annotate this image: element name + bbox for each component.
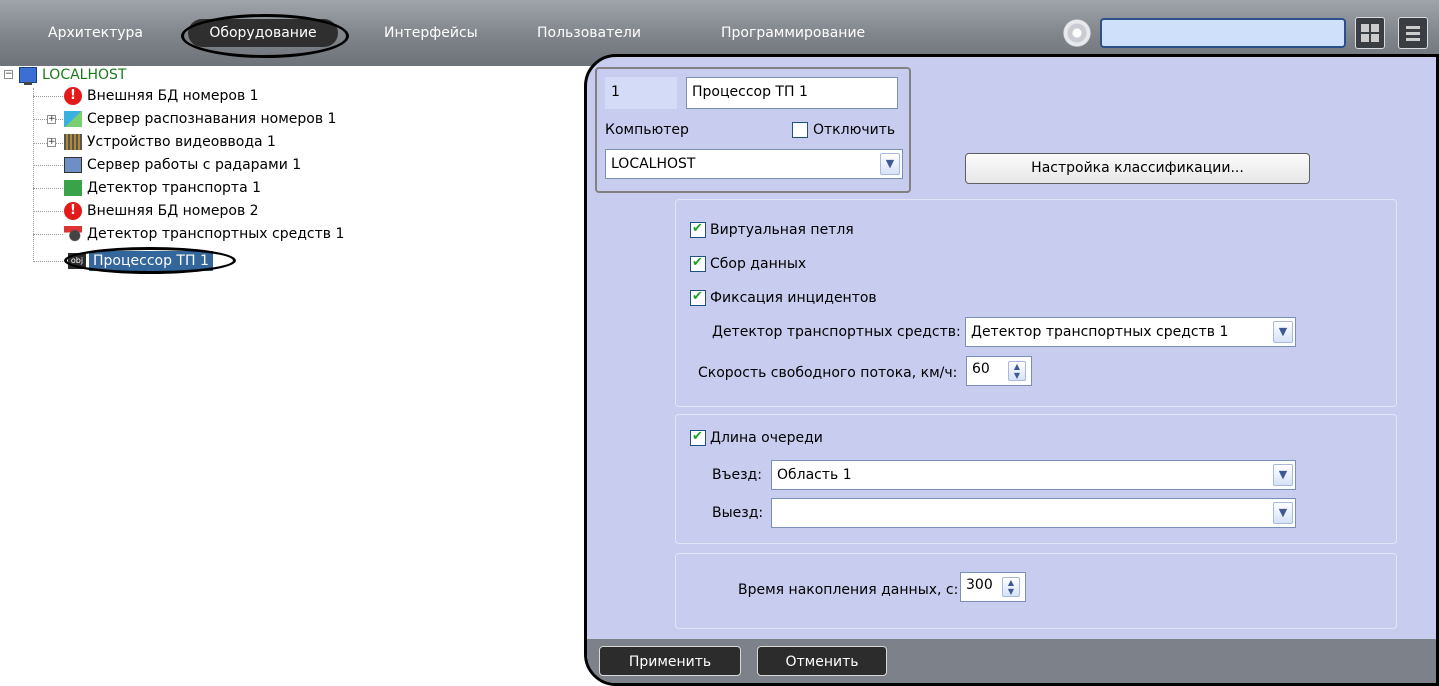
free-speed-spinner[interactable]: 60 ▲ ▼: [966, 356, 1032, 386]
vehicle-detector-icon: [64, 226, 82, 242]
detection-group: Виртуальная петля Сбор данных Фиксация и…: [675, 199, 1397, 407]
disable-label: Отключить: [813, 122, 896, 138]
tab-users[interactable]: Пользователи: [537, 19, 641, 47]
accumulation-time-value: 300: [966, 577, 993, 593]
tree-node-label: Внешняя БД номеров 2: [87, 203, 259, 219]
lpr-server-icon: [64, 111, 82, 127]
tab-architecture[interactable]: Архитектура: [48, 19, 143, 47]
exit-label: Выезд:: [712, 505, 764, 521]
chevron-down-icon[interactable]: ▼: [1273, 464, 1293, 486]
queue-length-checkbox[interactable]: [690, 429, 706, 446]
queue-group: Длина очереди Въезд: Область 1 ▼ Выезд: …: [675, 414, 1397, 544]
entry-select[interactable]: Область 1 ▼: [771, 460, 1296, 490]
settings-panel: 1 Процессор ТП 1 Компьютер Отключить LOC…: [584, 54, 1439, 686]
object-name-field[interactable]: Процессор ТП 1: [686, 77, 898, 109]
data-collection-label: Сбор данных: [710, 256, 807, 272]
computer-icon: [19, 67, 37, 85]
menu-icon[interactable]: [1398, 17, 1428, 49]
highlight-ellipse: [181, 14, 349, 58]
settings-icon[interactable]: [1063, 19, 1091, 47]
tree-node-label: Внешняя БД номеров 1: [87, 88, 259, 104]
vehicle-detector-value: Детектор транспортных средств 1: [971, 324, 1229, 340]
collapse-icon[interactable]: −: [4, 70, 13, 79]
vehicle-detector-select[interactable]: Детектор транспортных средств 1 ▼: [965, 317, 1296, 347]
free-speed-label: Скорость свободного потока, км/ч:: [698, 365, 958, 381]
vehicle-detector-label: Детектор транспортных средств:: [712, 324, 961, 340]
queue-length-label: Длина очереди: [710, 430, 823, 446]
classification-settings-button[interactable]: Настройка классификации...: [965, 153, 1310, 184]
radar-server-icon: [64, 157, 82, 173]
tree-node-label: Сервер распознавания номеров 1: [87, 111, 337, 127]
computer-select[interactable]: LOCALHOST ▼: [605, 149, 903, 179]
tree-node-label: Детектор транспортных средств 1: [87, 226, 345, 242]
object-tree: − LOCALHOST ! Внешняя БД номеров 1 + Сер…: [0, 66, 580, 686]
layout-grid-icon[interactable]: [1355, 17, 1385, 49]
chevron-down-icon[interactable]: ▼: [1273, 321, 1293, 343]
spin-arrows-icon[interactable]: ▲ ▼: [1008, 361, 1026, 381]
highlight-ellipse: [64, 247, 236, 274]
entry-label: Въезд:: [712, 467, 762, 483]
entry-value: Область 1: [777, 467, 852, 483]
tab-interfaces[interactable]: Интерфейсы: [384, 19, 478, 47]
object-id-field[interactable]: 1: [605, 77, 677, 109]
incident-checkbox[interactable]: [690, 289, 706, 306]
tree-node-label: LOCALHOST: [42, 67, 127, 83]
search-input[interactable]: [1100, 18, 1346, 48]
tab-programming[interactable]: Программирование: [721, 19, 865, 47]
tree-node-label: Сервер работы с радарами 1: [87, 157, 302, 173]
chevron-down-icon[interactable]: ▼: [880, 153, 900, 175]
alert-icon: !: [64, 202, 82, 220]
computer-label: Компьютер: [605, 122, 689, 138]
data-collection-checkbox[interactable]: [690, 255, 706, 272]
tree-node-label: Детектор транспорта 1: [87, 180, 262, 196]
cancel-button[interactable]: Отменить: [757, 646, 887, 676]
chevron-down-icon[interactable]: ▼: [1273, 502, 1293, 524]
free-speed-value: 60: [972, 361, 990, 377]
apply-button[interactable]: Применить: [599, 646, 741, 676]
accumulation-time-label: Время накопления данных, с:: [738, 582, 959, 598]
transport-detector-icon: [64, 180, 82, 196]
expand-icon[interactable]: +: [47, 115, 56, 124]
accumulation-time-spinner[interactable]: 300 ▲ ▼: [960, 572, 1026, 602]
incident-label: Фиксация инцидентов: [710, 290, 877, 306]
video-device-icon: [64, 134, 82, 150]
disable-checkbox[interactable]: [792, 122, 808, 138]
panel-footer: Применить Отменить: [587, 639, 1436, 683]
alert-icon: !: [64, 87, 82, 105]
exit-select[interactable]: ▼: [771, 498, 1296, 528]
virtual-loop-checkbox[interactable]: [690, 221, 706, 238]
tree-node-label: Устройство видеоввода 1: [87, 134, 276, 150]
computer-select-value: LOCALHOST: [611, 156, 696, 172]
accumulation-group: Время накопления данных, с: 300 ▲ ▼: [675, 553, 1397, 629]
spin-arrows-icon[interactable]: ▲ ▼: [1002, 577, 1020, 597]
object-header-group: 1 Процессор ТП 1 Компьютер Отключить LOC…: [595, 67, 911, 193]
virtual-loop-label: Виртуальная петля: [710, 222, 854, 238]
expand-icon[interactable]: +: [47, 138, 56, 147]
